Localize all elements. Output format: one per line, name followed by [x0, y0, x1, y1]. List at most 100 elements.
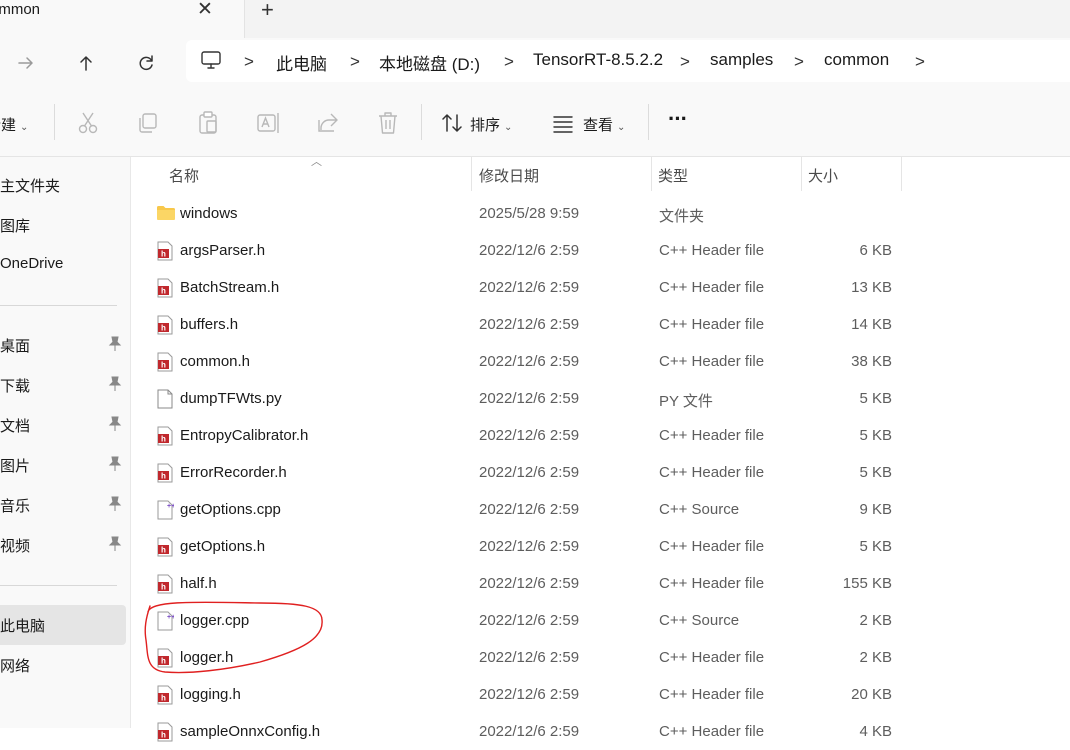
delete-icon[interactable] — [375, 110, 401, 136]
file-date: 2022/12/6 2:59 — [479, 464, 580, 481]
view-label: 查看 — [583, 117, 614, 134]
file-row[interactable]: h logging.h 2022/12/6 2:59 C++ Header file 2… — [131, 676, 1070, 713]
column-header-date[interactable]: 修改日期 — [472, 157, 651, 191]
file-row[interactable]: h common.h 2022/12/6 2:59 C++ Header file 38… — [131, 343, 1070, 380]
file-row[interactable]: h BatchStream.h 2022/12/6 2:59 C++ Header f… — [131, 269, 1070, 306]
column-header-size[interactable]: 大小 — [802, 157, 901, 191]
forward-button[interactable] — [11, 48, 41, 78]
rename-icon[interactable] — [255, 110, 281, 136]
view-button[interactable]: 查看 ⌄ — [583, 114, 625, 135]
cut-icon[interactable] — [75, 110, 101, 136]
more-options-button[interactable]: ··· — [668, 106, 688, 132]
file-date: 2022/12/6 2:59 — [479, 723, 580, 740]
file-date: 2022/12/6 2:59 — [479, 427, 580, 444]
file-date: 2022/12/6 2:59 — [479, 649, 580, 666]
breadcrumb-separator[interactable]: > — [244, 52, 254, 72]
pin-icon[interactable] — [108, 336, 122, 352]
header-file-icon: h — [156, 685, 174, 705]
file-row[interactable]: h half.h 2022/12/6 2:59 C++ Header file 155 … — [131, 565, 1070, 602]
file-row[interactable]: h argsParser.h 2022/12/6 2:59 C++ Header fi… — [131, 232, 1070, 269]
sort-label: 排序 — [470, 117, 501, 134]
sidebar-item-videos[interactable]: 视频 — [0, 525, 126, 565]
file-row[interactable]: dumpTFWts.py 2022/12/6 2:59 PY 文件 5 KB — [131, 380, 1070, 417]
refresh-button[interactable] — [131, 48, 161, 78]
breadcrumb-common[interactable]: common — [824, 50, 889, 70]
tab-title: ommon — [0, 1, 41, 18]
file-row[interactable]: h getOptions.h 2022/12/6 2:59 C++ Header fi… — [131, 528, 1070, 565]
chevron-down-icon: ⌄ — [617, 122, 626, 133]
file-row[interactable]: h buffers.h 2022/12/6 2:59 C++ Header file 1… — [131, 306, 1070, 343]
pin-icon[interactable] — [108, 456, 122, 472]
breadcrumb-separator[interactable]: > — [794, 52, 804, 72]
file-name: sampleOnnxConfig.h — [180, 723, 321, 740]
column-header-type[interactable]: 类型 — [652, 157, 801, 191]
column-divider[interactable] — [901, 157, 902, 191]
file-name: logging.h — [180, 686, 241, 703]
sidebar-item-downloads[interactable]: 下载 — [0, 365, 126, 405]
file-type: PY 文件 — [659, 393, 713, 410]
file-type: C++ Header file — [659, 427, 765, 444]
new-button[interactable]: 新建⌄ — [0, 114, 28, 135]
paste-icon[interactable] — [195, 110, 221, 136]
file-row[interactable]: ++ getOptions.cpp 2022/12/6 2:59 C++ Source… — [131, 491, 1070, 528]
sidebar-item-desktop[interactable]: 桌面 — [0, 325, 126, 365]
file-type: C++ Header file — [659, 538, 765, 555]
file-size: 2 KB — [859, 649, 892, 666]
file-row[interactable]: h ErrorRecorder.h 2022/12/6 2:59 C++ Header… — [131, 454, 1070, 491]
share-icon[interactable] — [315, 110, 341, 136]
file-date: 2022/12/6 2:59 — [479, 538, 580, 555]
sidebar-item-onedrive[interactable]: OneDrive — [0, 245, 126, 285]
file-type: C++ Source — [659, 612, 740, 629]
sort-button[interactable]: 排序 ⌄ — [470, 114, 512, 135]
file-name: half.h — [180, 575, 217, 592]
sidebar-item-label: 视频 — [0, 538, 31, 555]
pin-icon[interactable] — [108, 416, 122, 432]
sidebar-item-network[interactable]: 网络 — [0, 645, 126, 685]
breadcrumb-this-pc[interactable]: 此电脑 — [276, 50, 327, 75]
breadcrumb-tensorrt[interactable]: TensorRT-8.5.2.2 — [533, 50, 663, 70]
sidebar-item-music[interactable]: 音乐 — [0, 485, 126, 525]
file-size: 4 KB — [859, 723, 892, 740]
breadcrumb-separator[interactable]: > — [915, 52, 925, 72]
sidebar-item-documents[interactable]: 文档 — [0, 405, 126, 445]
column-header-name[interactable]: ︿ 名称 — [131, 156, 471, 191]
file-type: C++ Header file — [659, 464, 765, 481]
computer-icon — [201, 51, 221, 69]
pin-icon[interactable] — [108, 536, 122, 552]
file-date: 2022/12/6 2:59 — [479, 353, 580, 370]
svg-text:h: h — [161, 324, 166, 333]
copy-icon[interactable] — [135, 110, 161, 136]
file-type: C++ Header file — [659, 723, 765, 740]
chevron-down-icon: ⌄ — [504, 122, 513, 133]
breadcrumb-separator[interactable]: > — [350, 52, 360, 72]
address-bar[interactable]: > 此电脑 > 本地磁盘 (D:) > TensorRT-8.5.2.2 > s… — [186, 40, 1070, 82]
breadcrumb-drive-d[interactable]: 本地磁盘 (D:) — [379, 50, 480, 75]
tab-common[interactable]: ommon ✕ — [0, 0, 245, 38]
header-file-icon: h — [156, 278, 174, 298]
sidebar-item-this-pc[interactable]: 此电脑 — [0, 605, 126, 645]
pin-icon[interactable] — [108, 376, 122, 392]
up-button[interactable] — [71, 48, 101, 78]
file-row[interactable]: ++ logger.cpp 2022/12/6 2:59 C++ Source 2 KB — [131, 602, 1070, 639]
file-row[interactable]: windows 2025/5/28 9:59 文件夹 — [131, 195, 1070, 232]
tab-strip: ommon ✕ + — [0, 0, 1070, 38]
sidebar-item-home[interactable]: 主文件夹 — [0, 165, 126, 205]
cpp-source-icon: ++ — [156, 500, 175, 520]
close-tab-icon[interactable]: ✕ — [197, 0, 213, 20]
breadcrumb-samples[interactable]: samples — [710, 50, 773, 70]
file-row[interactable]: h logger.h 2022/12/6 2:59 C++ Header file 2 … — [131, 639, 1070, 676]
breadcrumb-separator[interactable]: > — [680, 52, 690, 72]
file-row[interactable]: h EntropyCalibrator.h 2022/12/6 2:59 C++ He… — [131, 417, 1070, 454]
file-size: 5 KB — [859, 538, 892, 555]
new-tab-icon[interactable]: + — [261, 0, 274, 22]
column-header-label: 类型 — [658, 168, 689, 185]
sidebar-item-gallery[interactable]: 图库 — [0, 205, 126, 245]
folder-icon — [156, 204, 175, 224]
sidebar-item-pictures[interactable]: 图片 — [0, 445, 126, 485]
file-date: 2022/12/6 2:59 — [479, 686, 580, 703]
file-date: 2022/12/6 2:59 — [479, 575, 580, 592]
file-row[interactable]: h sampleOnnxConfig.h 2022/12/6 2:59 C++ Hea… — [131, 713, 1070, 750]
file-name: logger.cpp — [180, 612, 250, 629]
pin-icon[interactable] — [108, 496, 122, 512]
breadcrumb-separator[interactable]: > — [504, 52, 514, 72]
